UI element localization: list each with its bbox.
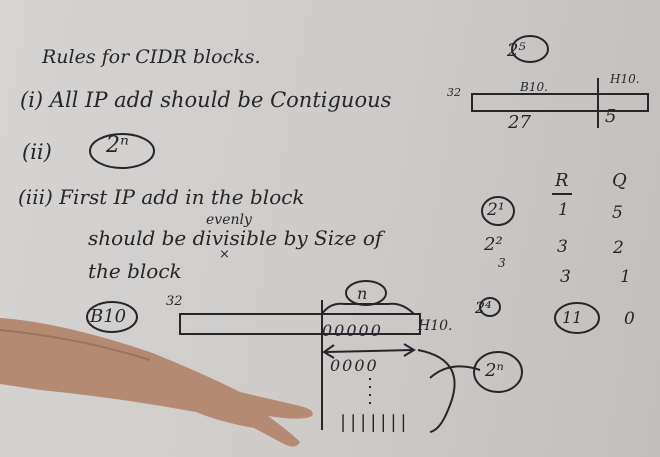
row3-power: 3 (498, 256, 506, 270)
pointer-curve (429, 365, 481, 379)
rule-1-text: (i) All IP add should be Contiguous (20, 88, 392, 112)
right-host-label: H10. (610, 72, 640, 86)
row3-q: 1 (620, 267, 631, 287)
row1-r: 1 (558, 200, 569, 220)
caret-mark: × (219, 247, 230, 262)
address-bar-bottom (179, 313, 421, 335)
row1-q: 5 (612, 203, 623, 223)
row2-r: 3 (557, 237, 568, 257)
address-bar-right (471, 93, 649, 112)
block-host-label: H10. (418, 318, 453, 334)
col-header-r: R (555, 170, 569, 191)
rule-3-line-2: should be divisible by Size of (88, 226, 383, 250)
board-title: Rules for CIDR blocks. (42, 46, 261, 68)
row4-r: 11 (562, 308, 583, 327)
col-header-q: Q (612, 170, 627, 191)
block-label: B10 (90, 306, 127, 327)
row3-r: 3 (560, 267, 571, 287)
whiteboard: Rules for CIDR blocks. (i) All IP add sh… (0, 0, 660, 457)
rule-2-value: 2ⁿ (106, 133, 129, 158)
size-label-2n: 2ⁿ (485, 360, 504, 381)
block-bits-left: 32 (166, 294, 183, 309)
right-network-bits: 27 (508, 112, 531, 133)
row1-power: 2¹ (487, 200, 505, 220)
row4-q: 0 (624, 309, 635, 329)
rule-3-line-1: (iii) First IP add in the block (18, 185, 305, 209)
rule-3-line-3: the block (88, 259, 182, 283)
range-zeros: 0000 (330, 356, 379, 375)
row2-q: 2 (613, 238, 624, 258)
bracket-curve (417, 349, 456, 433)
host-zeros: 00000 (322, 321, 383, 340)
row2-power: 2² (484, 234, 503, 255)
rule-3-insert-evenly: evenly (206, 212, 252, 228)
range-arrow (325, 349, 413, 353)
right-host-bits: 5 (605, 106, 617, 127)
tick-marks: ||||||| (340, 412, 411, 433)
row4-power: 2⁴ (475, 298, 492, 317)
rule-2-marker: (ii) (22, 140, 52, 164)
right-network-label: B10. (520, 80, 548, 94)
presenter-hand (0, 318, 313, 447)
right-bits-left: 32 (447, 86, 461, 99)
host-bits-n: n (357, 284, 368, 303)
power-2-5: 2⁵ (507, 40, 526, 61)
